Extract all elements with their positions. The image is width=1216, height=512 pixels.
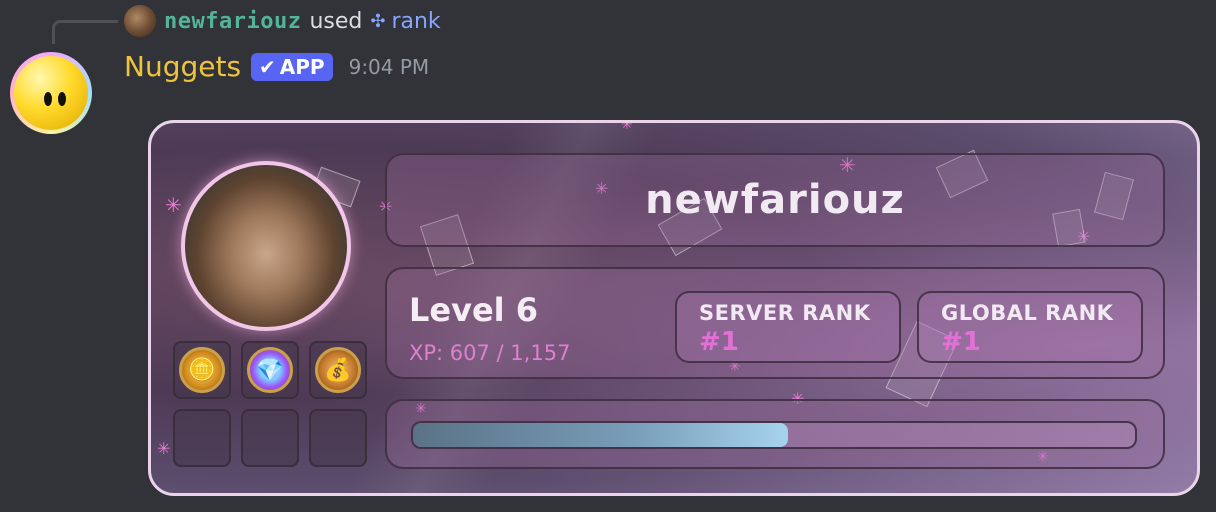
checkmark-icon: ✔ xyxy=(259,54,276,79)
badge-slot: 🪙 xyxy=(173,341,231,399)
badge-slot: 💎 xyxy=(241,341,299,399)
gold-coins-badge-icon: 🪙 xyxy=(179,347,225,393)
reply-username[interactable]: newfariouz xyxy=(164,9,301,34)
badge-grid: 🪙 💎 💰 xyxy=(173,341,367,467)
badge-slot: 💰 xyxy=(309,341,367,399)
nugget-mascot-icon xyxy=(14,56,88,130)
app-badge: ✔ APP xyxy=(251,52,333,81)
gems-badge-icon: 💎 xyxy=(247,347,293,393)
reply-reference[interactable]: newfariouz used ✣ rank xyxy=(124,4,441,38)
app-badge-label: APP xyxy=(279,54,325,79)
global-rank-label: GLOBAL RANK xyxy=(941,301,1114,325)
empty-badge-slot xyxy=(309,409,367,467)
bot-name[interactable]: Nuggets xyxy=(124,50,241,83)
command-name[interactable]: rank xyxy=(391,9,440,34)
card-username: newfariouz xyxy=(645,177,905,223)
username-panel: newfariouz xyxy=(385,153,1165,247)
xp-progress-track xyxy=(411,421,1137,449)
message-timestamp[interactable]: 9:04 PM xyxy=(349,55,430,79)
sparkle-icon: ✳ xyxy=(621,120,633,133)
server-rank-value: #1 xyxy=(699,327,739,357)
level-label: Level 6 xyxy=(409,291,539,329)
bot-avatar[interactable] xyxy=(10,52,92,134)
reply-connector-line xyxy=(52,20,118,44)
server-rank-label: SERVER RANK xyxy=(699,301,871,325)
empty-badge-slot xyxy=(241,409,299,467)
progress-panel xyxy=(385,399,1165,469)
empty-badge-slot xyxy=(173,409,231,467)
xp-text: XP: 607 / 1,157 xyxy=(409,341,571,365)
user-profile-picture xyxy=(181,161,351,331)
xp-progress-fill xyxy=(413,423,789,447)
server-rank-box: SERVER RANK #1 xyxy=(675,291,901,363)
command-mention[interactable]: ✣ rank xyxy=(370,9,440,34)
sparkle-icon: ✳ xyxy=(165,193,182,217)
global-rank-box: GLOBAL RANK #1 xyxy=(917,291,1143,363)
global-rank-value: #1 xyxy=(941,327,981,357)
money-bag-badge-icon: 💰 xyxy=(315,347,361,393)
slash-command-icon: ✣ xyxy=(370,10,386,32)
level-panel: Level 6 XP: 607 / 1,157 SERVER RANK #1 G… xyxy=(385,267,1165,379)
sparkle-icon: ✳ xyxy=(157,439,171,458)
reply-user-avatar[interactable] xyxy=(124,5,156,37)
rank-card-image[interactable]: ✳ ✳ ✳ ✳ ✳ ✳ ✳ ✳ ✳ ✳ ✳ 🪙 💎 💰 newfariouz Lev… xyxy=(148,120,1200,496)
message-header: Nuggets ✔ APP 9:04 PM xyxy=(124,50,429,83)
reply-used-text: used xyxy=(309,8,363,34)
